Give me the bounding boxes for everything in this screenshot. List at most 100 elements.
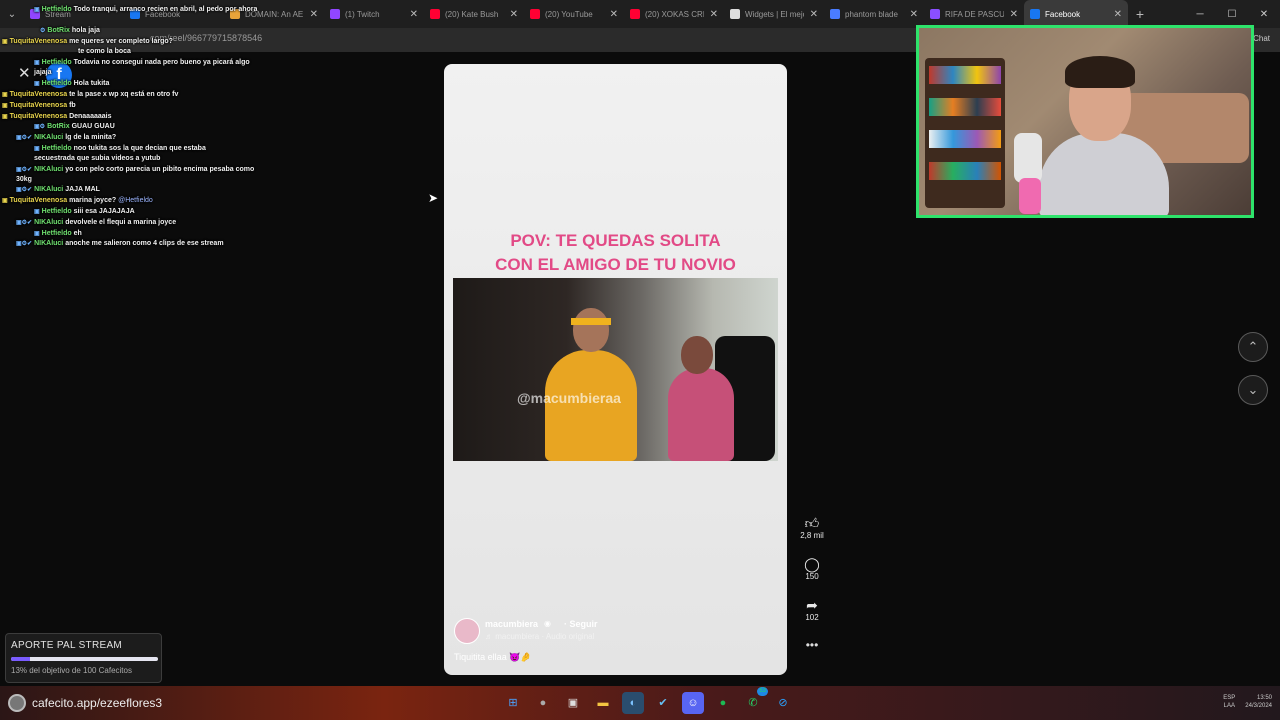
tab-close-icon[interactable]: ✕	[510, 9, 518, 20]
chat-message: ▣⚙✔ NIKAluci devolvele el flequi a marina…	[16, 218, 176, 228]
webcam-overlay	[916, 25, 1254, 218]
reel-title-line-2: CON EL AMIGO DE TU NOVIO	[495, 255, 736, 274]
task-view-icon[interactable]: ▣	[562, 692, 584, 714]
tab-xokas[interactable]: (20) XOKAS CRIT ✕	[624, 0, 724, 28]
chat-message: ▣ TuquitaVenenosa Denaaaaaais	[2, 112, 111, 122]
chat-toggle-button[interactable]: Chat	[1253, 34, 1270, 43]
chat-message: ▣⚙✔ NIKAluci lg de la minita?	[16, 133, 116, 143]
tab-close-icon[interactable]: ✕	[410, 9, 418, 20]
chat-message: ▣ Hetfieldo Todavia no consegui nada pero…	[34, 58, 259, 77]
reel-actions: 👍︎ 2,8 mil ◯ 150 ➦ 102 •••	[796, 515, 828, 652]
chat-username: TuquitaVenenosa	[9, 197, 68, 204]
chat-message: ▣⚙✔ NIKAluci anoche me salieron como 4 cl…	[16, 239, 224, 249]
reel-card[interactable]: POV: TE QUEDAS SOLITA CON EL AMIGO DE TU…	[444, 64, 787, 675]
tab-widgets[interactable]: Widgets | El mejo ✕	[724, 0, 824, 28]
tab-close-icon[interactable]: ✕	[610, 9, 618, 20]
badge-icon: ▣⚙✔	[16, 187, 33, 193]
chat-text: Todo tranqui, arranco recien en abril, a…	[73, 6, 258, 13]
clock-time: 13:50	[1256, 695, 1272, 701]
start-windows-icon[interactable]: ⊞	[502, 692, 524, 714]
tab-kate-bush[interactable]: (20) Kate Bush ✕	[424, 0, 524, 28]
verified-icon: ◉	[544, 619, 551, 628]
cafecito-link[interactable]: cafecito.app/ezeeflores3	[8, 691, 162, 715]
chat-message: ▣ Hetfieldo siii esa JAJAJAJA	[34, 207, 135, 217]
minimize-icon[interactable]: ─	[1184, 0, 1216, 28]
chat-username: NIKAluci	[34, 240, 64, 247]
shelf-items	[929, 130, 1001, 148]
comment-count: 150	[805, 572, 819, 581]
tab-close-icon[interactable]: ✕	[1010, 9, 1018, 20]
tab-close-icon[interactable]: ✕	[1114, 9, 1122, 20]
author-name[interactable]: macumbiera	[485, 619, 538, 629]
discord-icon[interactable]: ☺	[682, 692, 704, 714]
search-icon[interactable]: ●	[532, 692, 554, 714]
tab-close-icon[interactable]: ✕	[310, 9, 318, 20]
clock[interactable]: 13:50 24/3/2024	[1245, 694, 1272, 710]
chat-message: ▣⚙✔ NIKAluci JAJA MAL	[16, 185, 100, 195]
chat-username: Hetfieldo	[41, 145, 72, 152]
chat-username: TuquitaVenenosa	[9, 102, 68, 109]
tab-close-icon[interactable]: ✕	[710, 9, 718, 20]
chat-text: Denaaaaaais	[69, 113, 112, 120]
chat-username: NIKAluci	[34, 186, 64, 193]
chat-username: BotRix	[47, 27, 70, 34]
headband	[571, 318, 611, 325]
chat-username: NIKAluci	[34, 219, 64, 226]
tab-label: Widgets | El mejo	[745, 9, 804, 19]
tab-close-icon[interactable]: ✕	[810, 9, 818, 20]
youtube-favicon-icon	[630, 9, 640, 19]
tab-youtube[interactable]: (20) YouTube ✕	[524, 0, 624, 28]
widgets-favicon-icon	[730, 9, 740, 19]
shelf-items	[929, 162, 1001, 180]
tab-facebook-active[interactable]: Facebook ✕	[1024, 0, 1128, 28]
follow-button[interactable]: · Seguir	[564, 619, 598, 629]
cafecito-logo-icon	[8, 694, 26, 712]
previous-reel-chevron-up-icon[interactable]: ⌃	[1238, 332, 1268, 362]
cafecito-url[interactable]: cafecito.app/ezeeflores3	[32, 696, 162, 710]
chat-text: devolvele el flequi a marina joyce	[65, 219, 177, 226]
steam-icon[interactable]: ✔	[652, 692, 674, 714]
streamer-body	[1039, 133, 1169, 215]
youtube-favicon-icon	[430, 9, 440, 19]
tab-close-icon[interactable]: ✕	[910, 9, 918, 20]
system-tray: ESP LAA 13:50 24/3/2024	[1223, 694, 1272, 710]
chat-text: me queres ver completo largo?	[69, 38, 173, 45]
comment-button[interactable]: ◯ 150	[796, 556, 828, 581]
like-button[interactable]: 👍︎ 2,8 mil	[796, 515, 828, 540]
close-window-icon[interactable]: ✕	[1248, 0, 1280, 28]
search-favicon-icon	[830, 9, 840, 19]
chat-message: ▣ TuquitaVenenosa me queres ver completo …	[2, 37, 173, 47]
chat-username: NIKAluci	[34, 134, 64, 141]
maximize-icon[interactable]: ☐	[1216, 0, 1248, 28]
language-indicator[interactable]: ESP LAA	[1223, 694, 1235, 710]
badge-icon: ▣	[2, 198, 8, 204]
browser-icon[interactable]: ◐	[622, 692, 644, 714]
tab-twitch[interactable]: (1) Twitch ✕	[324, 0, 424, 28]
tab-rifa[interactable]: RIFA DE PASCUA ✕	[924, 0, 1024, 28]
tab-phantom-blade[interactable]: phantom blade ✕	[824, 0, 924, 28]
whatsapp-icon[interactable]: ✆ 63	[742, 687, 768, 714]
tab-label: Facebook	[1045, 9, 1081, 19]
audio-label[interactable]: ♬ macumbiera · Audio original	[485, 632, 594, 641]
next-reel-chevron-down-icon[interactable]: ⌄	[1238, 375, 1268, 405]
share-button[interactable]: ➦ 102	[796, 597, 828, 622]
file-explorer-icon[interactable]: ▬	[592, 692, 614, 714]
author-avatar[interactable]	[454, 618, 480, 644]
spotify-icon[interactable]: ●	[712, 692, 734, 714]
chat-message: ▣⚙✔ NIKAluci yo con pelo corto parecia un…	[16, 165, 261, 184]
more-options-icon[interactable]: •••	[796, 638, 828, 652]
new-tab-button[interactable]: +	[1128, 6, 1152, 22]
badge-icon: ▣	[34, 209, 40, 215]
badge-icon: ▣	[34, 60, 40, 66]
microphone	[1014, 133, 1042, 183]
badge-icon: ▣⚙✔	[16, 241, 33, 247]
chat-text: marina joyce?	[69, 197, 119, 204]
chat-mention[interactable]: @Hetfieldo	[118, 197, 153, 204]
thumbs-up-icon: 👍︎	[804, 515, 820, 531]
like-count: 2,8 mil	[800, 531, 824, 540]
tab-favicon-icon	[930, 9, 940, 19]
app-icon[interactable]: ⊘	[772, 692, 794, 714]
reel-video-frame[interactable]: @macumbieraa	[453, 278, 778, 461]
twitch-favicon-icon	[330, 9, 340, 19]
chat-message: ⚙ BotRix hola jaja	[40, 26, 100, 36]
